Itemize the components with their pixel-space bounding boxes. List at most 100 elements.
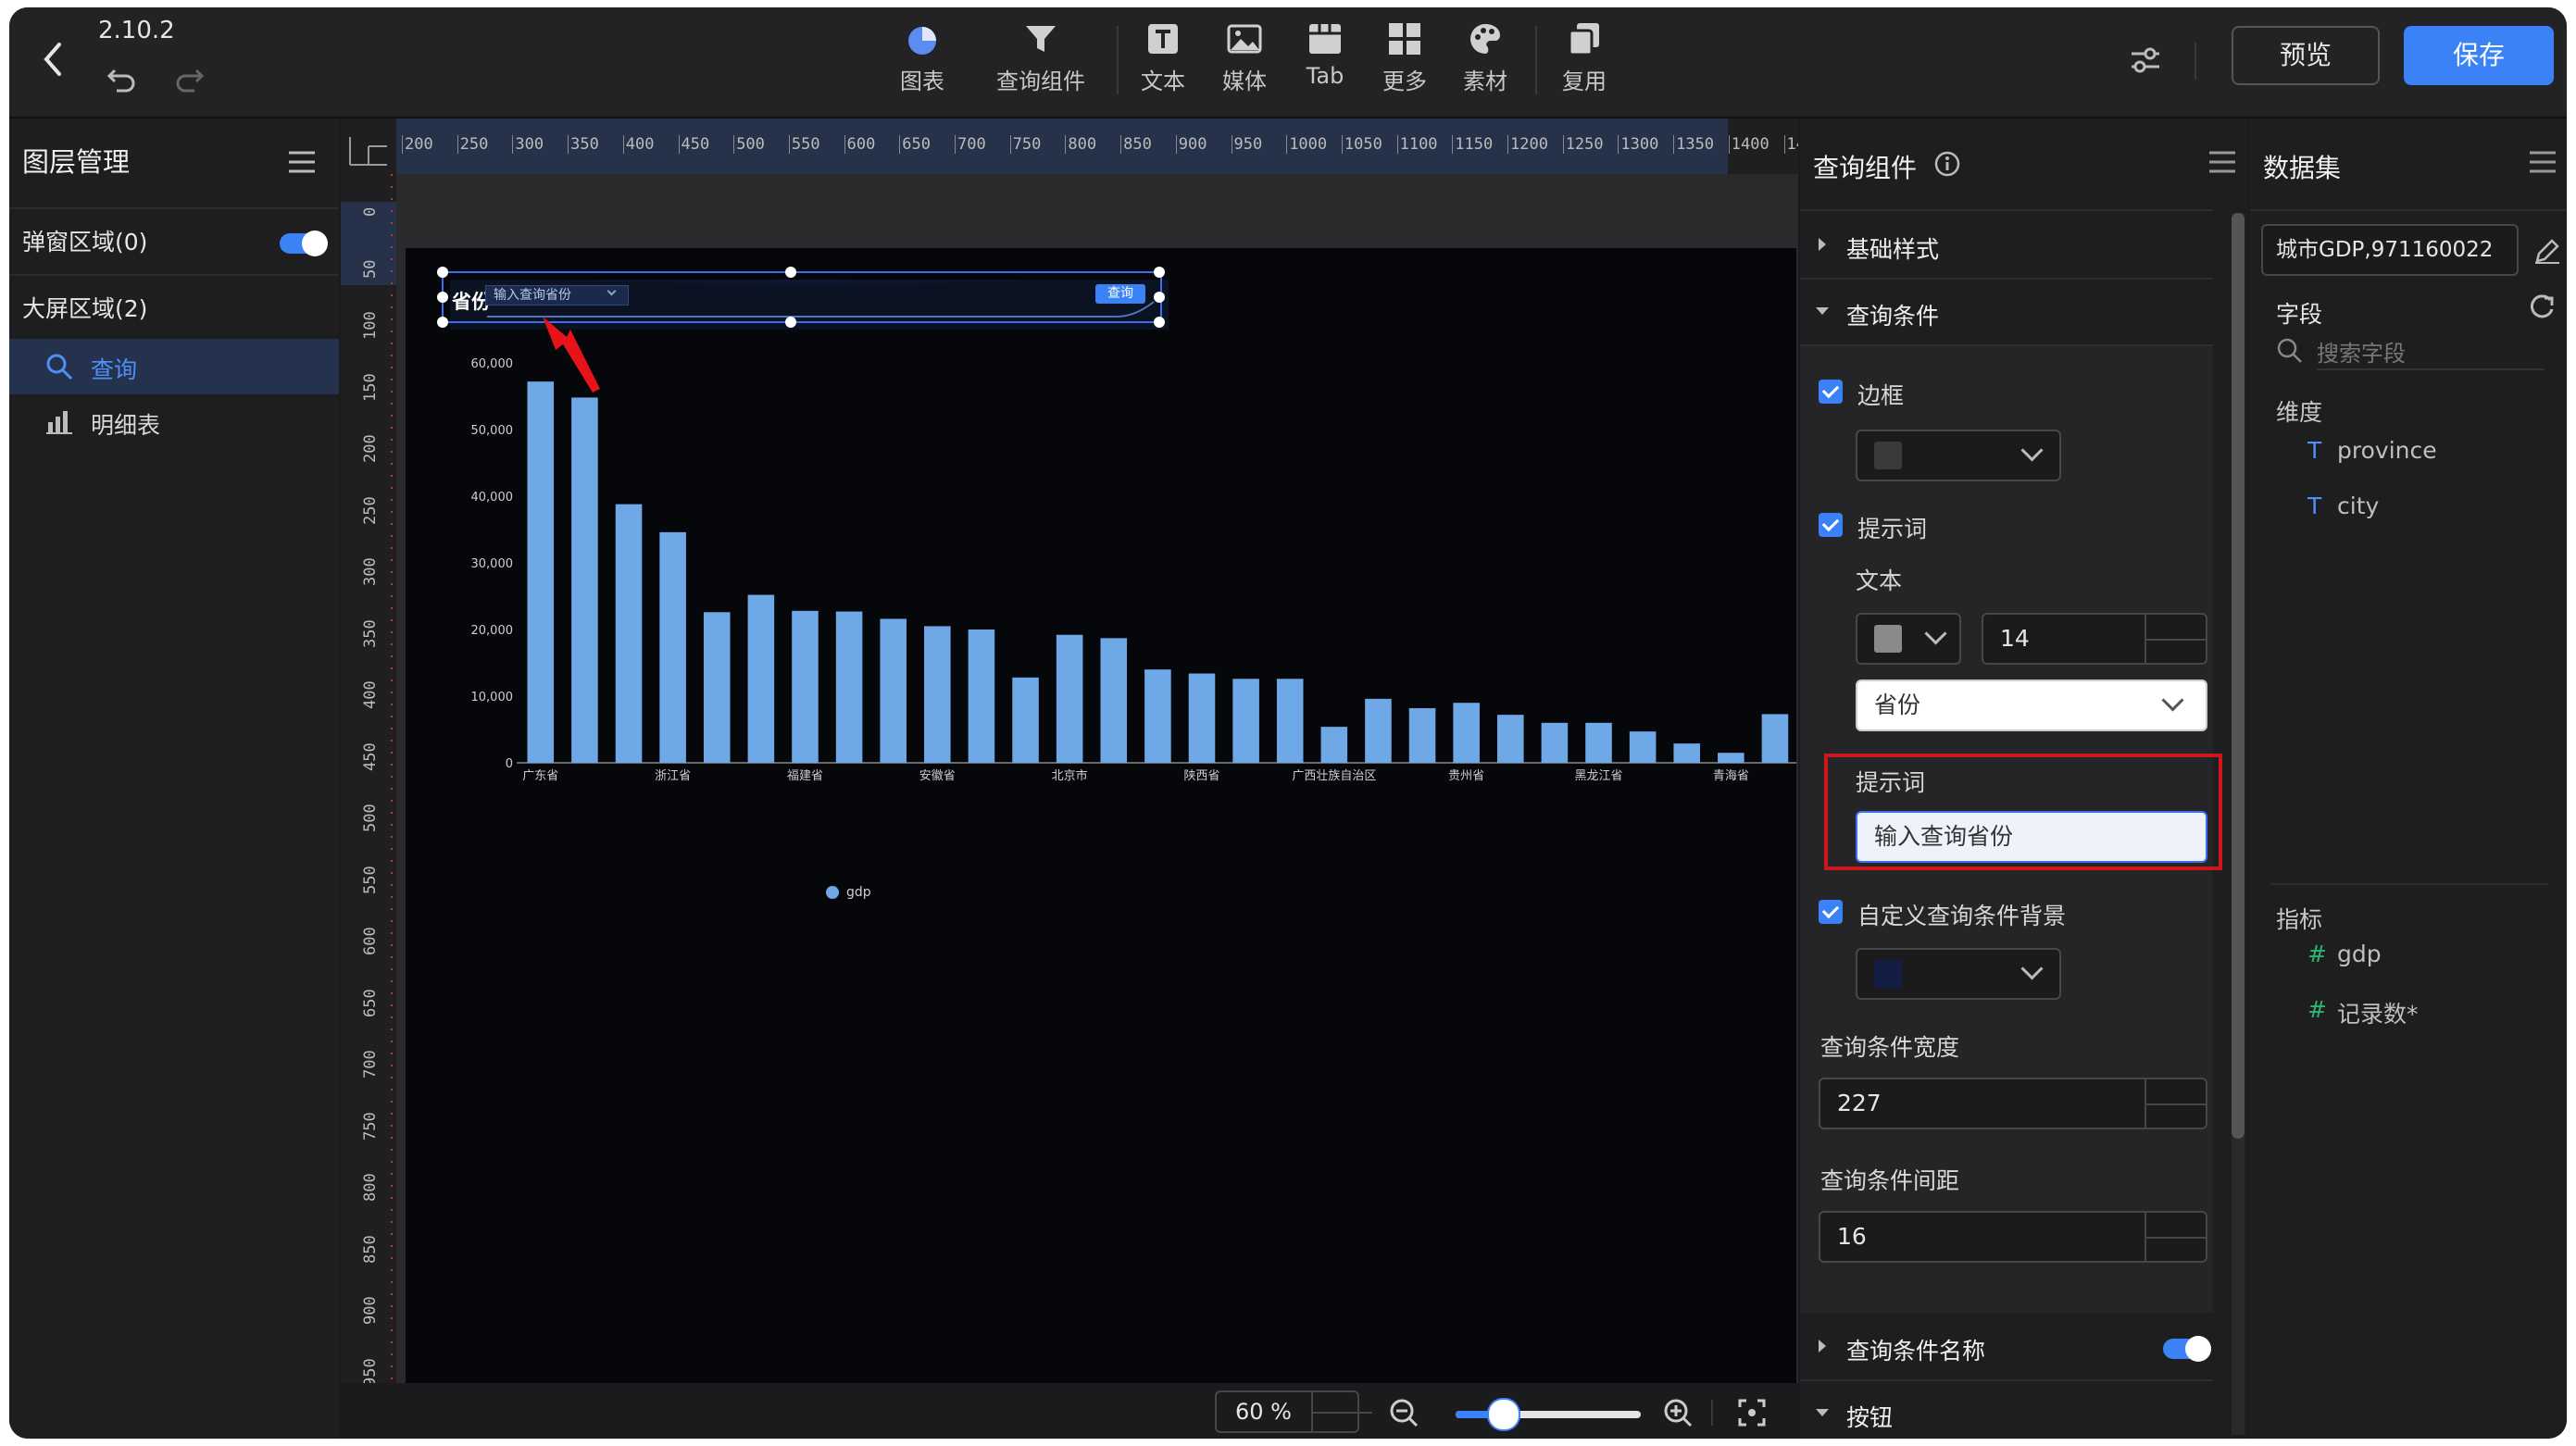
- gdp-bar[interactable]: [1761, 714, 1789, 763]
- custom-bg-checkbox[interactable]: [1819, 900, 1843, 924]
- properties-scrollbar[interactable]: [2232, 213, 2245, 1435]
- section-condition-name[interactable]: 查询条件名称: [1800, 1313, 2213, 1381]
- gdp-bar[interactable]: [1056, 634, 1083, 763]
- gdp-bar[interactable]: [1718, 753, 1744, 763]
- gdp-bar[interactable]: [1232, 679, 1259, 763]
- border-checkbox[interactable]: [1819, 380, 1843, 404]
- menu-icon[interactable]: [287, 150, 317, 176]
- resize-handle[interactable]: [1154, 267, 1165, 278]
- info-icon[interactable]: [1933, 150, 1961, 178]
- ruler-top[interactable]: 200 250 300 350 400 450 500 550 600 650 700 750 800 8…: [396, 118, 1798, 174]
- gdp-bar[interactable]: [527, 381, 555, 763]
- toolbar-assets-button[interactable]: 素材: [1444, 20, 1527, 95]
- dimension-city[interactable]: city: [2337, 492, 2379, 519]
- edit-icon[interactable]: [2533, 237, 2561, 265]
- dataset-select[interactable]: 城市GDP,971160022: [2261, 224, 2519, 276]
- resize-handle[interactable]: [437, 267, 448, 278]
- save-button[interactable]: 保存: [2404, 26, 2554, 85]
- zoom-slider-thumb[interactable]: [1487, 1398, 1520, 1431]
- fit-screen-icon[interactable]: [1737, 1398, 1767, 1427]
- hint-checkbox[interactable]: [1819, 513, 1843, 537]
- width-input[interactable]: 227: [1819, 1078, 2207, 1129]
- back-icon[interactable]: [41, 41, 65, 78]
- redo-icon[interactable]: [172, 63, 206, 94]
- gdp-bar[interactable]: [1144, 669, 1171, 763]
- resize-handle[interactable]: [785, 267, 796, 278]
- props-menu-icon[interactable]: [2207, 150, 2237, 176]
- gdp-bar[interactable]: [1188, 673, 1216, 763]
- gdp-bar[interactable]: [1365, 698, 1392, 763]
- toolbar-tab-button[interactable]: Tab: [1283, 20, 1367, 89]
- gdp-bar[interactable]: [615, 504, 643, 763]
- gdp-bar[interactable]: [1408, 707, 1436, 763]
- gdp-bar[interactable]: [1629, 731, 1657, 763]
- query-submit-button[interactable]: 查询: [1095, 284, 1145, 304]
- resize-handle[interactable]: [785, 317, 796, 328]
- toolbar-reuse-button[interactable]: 复用: [1543, 20, 1626, 95]
- section-query-condition[interactable]: 查询条件: [1800, 278, 2213, 346]
- section-button[interactable]: 按钮: [1800, 1379, 2213, 1439]
- toolbar-chart-button[interactable]: 图表: [881, 20, 964, 95]
- gdp-bar[interactable]: [1541, 722, 1569, 763]
- gdp-bar[interactable]: [1012, 677, 1039, 763]
- refresh-icon[interactable]: [2528, 293, 2556, 320]
- gdp-bar[interactable]: [924, 626, 951, 763]
- font-size-input[interactable]: 14: [1982, 613, 2207, 665]
- undo-icon[interactable]: [106, 63, 139, 94]
- gdp-bar[interactable]: [1496, 715, 1524, 763]
- gdp-bar[interactable]: [1585, 722, 1612, 763]
- layer-item-query[interactable]: 查询: [9, 339, 339, 394]
- gdp-bar[interactable]: [1320, 727, 1348, 763]
- dimension-province[interactable]: province: [2337, 437, 2437, 464]
- gdp-bar[interactable]: [1276, 679, 1304, 763]
- toolbar-more-button[interactable]: 更多: [1363, 20, 1446, 95]
- field-search-input[interactable]: 搜索字段: [2317, 335, 2545, 370]
- toolbar-text-button[interactable]: 文本: [1121, 20, 1205, 95]
- resize-handle[interactable]: [437, 292, 448, 303]
- hint-text-input[interactable]: 输入查询省份: [1856, 811, 2207, 863]
- gap-input[interactable]: 16: [1819, 1211, 2207, 1263]
- preview-button[interactable]: 预览: [2232, 26, 2380, 85]
- gdp-bar[interactable]: [1100, 638, 1128, 763]
- metric-record-count[interactable]: 记录数*: [2337, 996, 2419, 1029]
- layer-item-detail-table[interactable]: 明细表: [9, 394, 339, 450]
- resize-handle[interactable]: [437, 317, 448, 328]
- font-size-stepper[interactable]: [2145, 615, 2206, 663]
- screen-zone-row[interactable]: 大屏区域(2): [9, 276, 339, 343]
- toolbar-media-button[interactable]: 媒体: [1203, 20, 1286, 95]
- toolbar-query-button[interactable]: 查询组件: [984, 20, 1097, 95]
- resize-handle[interactable]: [1154, 317, 1165, 328]
- settings-sliders-icon[interactable]: [2130, 44, 2161, 76]
- font-family-select[interactable]: 省份: [1856, 679, 2207, 731]
- gdp-bar[interactable]: [880, 618, 907, 763]
- gdp-bar[interactable]: [835, 611, 863, 763]
- gdp-bar[interactable]: [571, 397, 598, 763]
- condition-name-toggle[interactable]: [2163, 1336, 2211, 1362]
- border-color-select[interactable]: [1856, 430, 2061, 481]
- gdp-bar[interactable]: [792, 610, 819, 763]
- gap-stepper[interactable]: [2145, 1213, 2206, 1261]
- gdp-bar[interactable]: [747, 594, 775, 763]
- resize-handle[interactable]: [1154, 292, 1165, 303]
- dataset-menu-icon[interactable]: [2528, 150, 2557, 176]
- gdp-bar[interactable]: [1673, 743, 1701, 763]
- x-tick-label: 贵州省: [1448, 769, 1484, 783]
- ruler-left[interactable]: 0 50 100 150 200 250 300 350 400 450 500 550 600 650 7…: [341, 174, 396, 1439]
- scrollbar-thumb[interactable]: [2232, 213, 2245, 1139]
- text-color-select[interactable]: [1856, 613, 1961, 665]
- zoom-in-icon[interactable]: [1663, 1398, 1693, 1427]
- custom-bg-color-select[interactable]: [1856, 948, 2061, 1000]
- zoom-stepper[interactable]: [1311, 1392, 1372, 1431]
- gdp-bar[interactable]: [1453, 703, 1480, 763]
- layer-panel: 图层管理 弹窗区域(0) 大屏区域(2) 查询 明细表: [9, 118, 339, 1439]
- section-basic-style[interactable]: 基础样式: [1800, 211, 2213, 280]
- query-province-input[interactable]: 输入查询省份: [485, 285, 629, 305]
- gdp-bar[interactable]: [968, 630, 995, 763]
- gdp-bar[interactable]: [659, 531, 686, 763]
- zoom-input[interactable]: 60 %: [1215, 1390, 1372, 1433]
- metric-gdp[interactable]: gdp: [2337, 941, 2382, 967]
- width-stepper[interactable]: [2145, 1079, 2206, 1128]
- zoom-out-icon[interactable]: [1389, 1398, 1419, 1427]
- gdp-bar[interactable]: [703, 612, 731, 763]
- popup-zone-toggle[interactable]: [280, 231, 328, 256]
